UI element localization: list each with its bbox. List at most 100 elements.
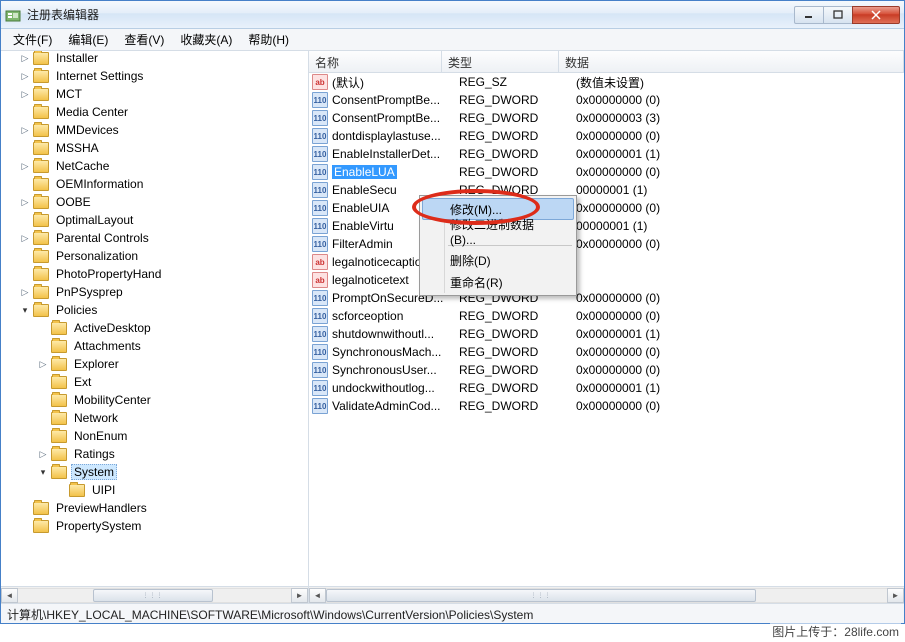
chevron-right-icon[interactable]: ▷: [19, 286, 31, 298]
chevron-right-icon[interactable]: ▷: [19, 160, 31, 172]
tree-item[interactable]: ▷Ratings: [1, 445, 308, 463]
list-body[interactable]: ab(默认)REG_SZ(数值未设置)110ConsentPromptBe...…: [309, 73, 904, 586]
list-row[interactable]: 110ConsentPromptBe...REG_DWORD0x00000000…: [309, 91, 904, 109]
tree-item[interactable]: PreviewHandlers: [1, 499, 308, 517]
scroll-thumb[interactable]: ⋮⋮⋮: [326, 589, 756, 602]
col-header-type[interactable]: 类型: [442, 51, 559, 72]
no-expander: [19, 178, 31, 190]
tree-item-label: PnPSysprep: [53, 284, 126, 300]
tree-item[interactable]: ▷MCT: [1, 85, 308, 103]
scroll-right-icon[interactable]: ►: [887, 588, 904, 603]
tree-item[interactable]: OEMInformation: [1, 175, 308, 193]
tree-item[interactable]: ▾Policies: [1, 301, 308, 319]
reg-dword-icon: 110: [312, 398, 328, 414]
menu-edit[interactable]: 编辑(E): [60, 29, 116, 50]
list-row[interactable]: 110PromptOnSecureD...REG_DWORD0x00000000…: [309, 289, 904, 307]
scroll-track[interactable]: ⋮⋮⋮: [326, 588, 887, 603]
scroll-left-icon[interactable]: ◄: [1, 588, 18, 603]
list-pane: 名称 类型 数据 ab(默认)REG_SZ(数值未设置)110ConsentPr…: [309, 51, 904, 603]
list-row[interactable]: 110dontdisplaylastuse...REG_DWORD0x00000…: [309, 127, 904, 145]
list-row[interactable]: 110ConsentPromptBe...REG_DWORD0x00000003…: [309, 109, 904, 127]
tree-item[interactable]: ▷ NetCache: [1, 157, 308, 175]
context-rename[interactable]: 重命名(R): [422, 271, 574, 293]
chevron-right-icon[interactable]: ▷: [19, 124, 31, 136]
titlebar[interactable]: 注册表编辑器: [1, 1, 904, 29]
tree-item[interactable]: OptimalLayout: [1, 211, 308, 229]
tree-item[interactable]: PhotoPropertyHand: [1, 265, 308, 283]
scroll-track[interactable]: ⋮⋮⋮: [18, 588, 291, 603]
list-row[interactable]: ablegalnoticetextREG_SZ: [309, 271, 904, 289]
col-header-name[interactable]: 名称: [309, 51, 442, 72]
list-row[interactable]: 110scforceoptionREG_DWORD0x00000000 (0): [309, 307, 904, 325]
list-row[interactable]: 110EnableSecuREG_DWORD00000001 (1): [309, 181, 904, 199]
scroll-right-icon[interactable]: ►: [291, 588, 308, 603]
chevron-right-icon[interactable]: ▷: [19, 52, 31, 64]
tree-item[interactable]: ▷Explorer: [1, 355, 308, 373]
value-data: 00000001 (1): [576, 219, 904, 233]
col-header-data[interactable]: 数据: [559, 51, 904, 72]
menu-help[interactable]: 帮助(H): [240, 29, 297, 50]
tree-item[interactable]: ▾ System: [1, 463, 308, 481]
menu-favorites[interactable]: 收藏夹(A): [172, 29, 240, 50]
tree-item[interactable]: MobilityCenter: [1, 391, 308, 409]
tree-item[interactable]: Ext: [1, 373, 308, 391]
chevron-right-icon[interactable]: ▷: [37, 358, 49, 370]
tree-item[interactable]: UIPI: [1, 481, 308, 499]
list-row[interactable]: 110SynchronousUser...REG_DWORD0x00000000…: [309, 361, 904, 379]
list-row[interactable]: 110EnableVirtuREG_DWORD00000001 (1): [309, 217, 904, 235]
chevron-right-icon[interactable]: ▷: [19, 196, 31, 208]
tree-item[interactable]: ▷Installer: [1, 51, 308, 67]
list-row[interactable]: 110FilterAdminREG_DWORD0x00000000 (0): [309, 235, 904, 253]
value-name: legalnoticetext: [332, 273, 409, 287]
chevron-down-icon[interactable]: ▾: [37, 466, 49, 478]
tree-item[interactable]: NonEnum: [1, 427, 308, 445]
context-delete[interactable]: 删除(D): [422, 249, 574, 271]
tree-item[interactable]: PropertySystem: [1, 517, 308, 535]
maximize-button[interactable]: [823, 6, 853, 24]
menu-file[interactable]: 文件(F): [5, 29, 60, 50]
tree-item[interactable]: ActiveDesktop: [1, 319, 308, 337]
folder-icon: [33, 232, 49, 245]
list-row[interactable]: 110undockwithoutlog...REG_DWORD0x0000000…: [309, 379, 904, 397]
tree-item[interactable]: Network: [1, 409, 308, 427]
reg-dword-icon: 110: [312, 128, 328, 144]
tree-item[interactable]: Media Center: [1, 103, 308, 121]
list-row[interactable]: 110ValidateAdminCod...REG_DWORD0x0000000…: [309, 397, 904, 415]
list-row[interactable]: 110SynchronousMach...REG_DWORD0x00000000…: [309, 343, 904, 361]
tree-item[interactable]: ▷Parental Controls: [1, 229, 308, 247]
tree-item[interactable]: ▷OOBE: [1, 193, 308, 211]
chevron-right-icon[interactable]: ▷: [37, 448, 49, 460]
list-row[interactable]: 110EnableLUAREG_DWORD0x00000000 (0): [309, 163, 904, 181]
tree-hscrollbar[interactable]: ◄ ⋮⋮⋮ ►: [1, 586, 308, 603]
folder-icon: [33, 214, 49, 227]
list-row[interactable]: ab(默认)REG_SZ(数值未设置): [309, 73, 904, 91]
list-row[interactable]: 110EnableUIAREG_DWORD0x00000000 (0): [309, 199, 904, 217]
tree-item[interactable]: Personalization: [1, 247, 308, 265]
list-row[interactable]: ablegalnoticecaptionREG_SZ: [309, 253, 904, 271]
value-name: SynchronousUser...: [332, 363, 437, 377]
chevron-right-icon[interactable]: ▷: [19, 88, 31, 100]
value-type: REG_SZ: [459, 75, 576, 89]
tree-item[interactable]: ▷Internet Settings: [1, 67, 308, 85]
chevron-right-icon[interactable]: ▷: [19, 232, 31, 244]
tree-item-label: System: [71, 464, 117, 480]
minimize-button[interactable]: [794, 6, 824, 24]
scroll-left-icon[interactable]: ◄: [309, 588, 326, 603]
tree-item[interactable]: ▷MMDevices: [1, 121, 308, 139]
context-modify-binary[interactable]: 修改二进制数据(B)...: [422, 220, 574, 242]
list-hscrollbar[interactable]: ◄ ⋮⋮⋮ ►: [309, 586, 904, 603]
tree-item-label: Network: [71, 410, 121, 426]
scroll-thumb[interactable]: ⋮⋮⋮: [93, 589, 213, 602]
chevron-right-icon[interactable]: ▷: [19, 70, 31, 82]
value-data: 0x00000003 (3): [576, 111, 904, 125]
menu-view[interactable]: 查看(V): [116, 29, 172, 50]
tree-item[interactable]: MSSHA: [1, 139, 308, 157]
list-row[interactable]: 110EnableInstallerDet...REG_DWORD0x00000…: [309, 145, 904, 163]
tree-scroll[interactable]: ▷Installer▷Internet Settings▷MCTMedia Ce…: [1, 51, 308, 586]
tree-item[interactable]: Attachments: [1, 337, 308, 355]
tree-item[interactable]: ▷ PnPSysprep: [1, 283, 308, 301]
tree-item-label: NetCache: [53, 158, 112, 174]
close-button[interactable]: [852, 6, 900, 24]
chevron-down-icon[interactable]: ▾: [19, 304, 31, 316]
list-row[interactable]: 110shutdownwithoutl...REG_DWORD0x0000000…: [309, 325, 904, 343]
